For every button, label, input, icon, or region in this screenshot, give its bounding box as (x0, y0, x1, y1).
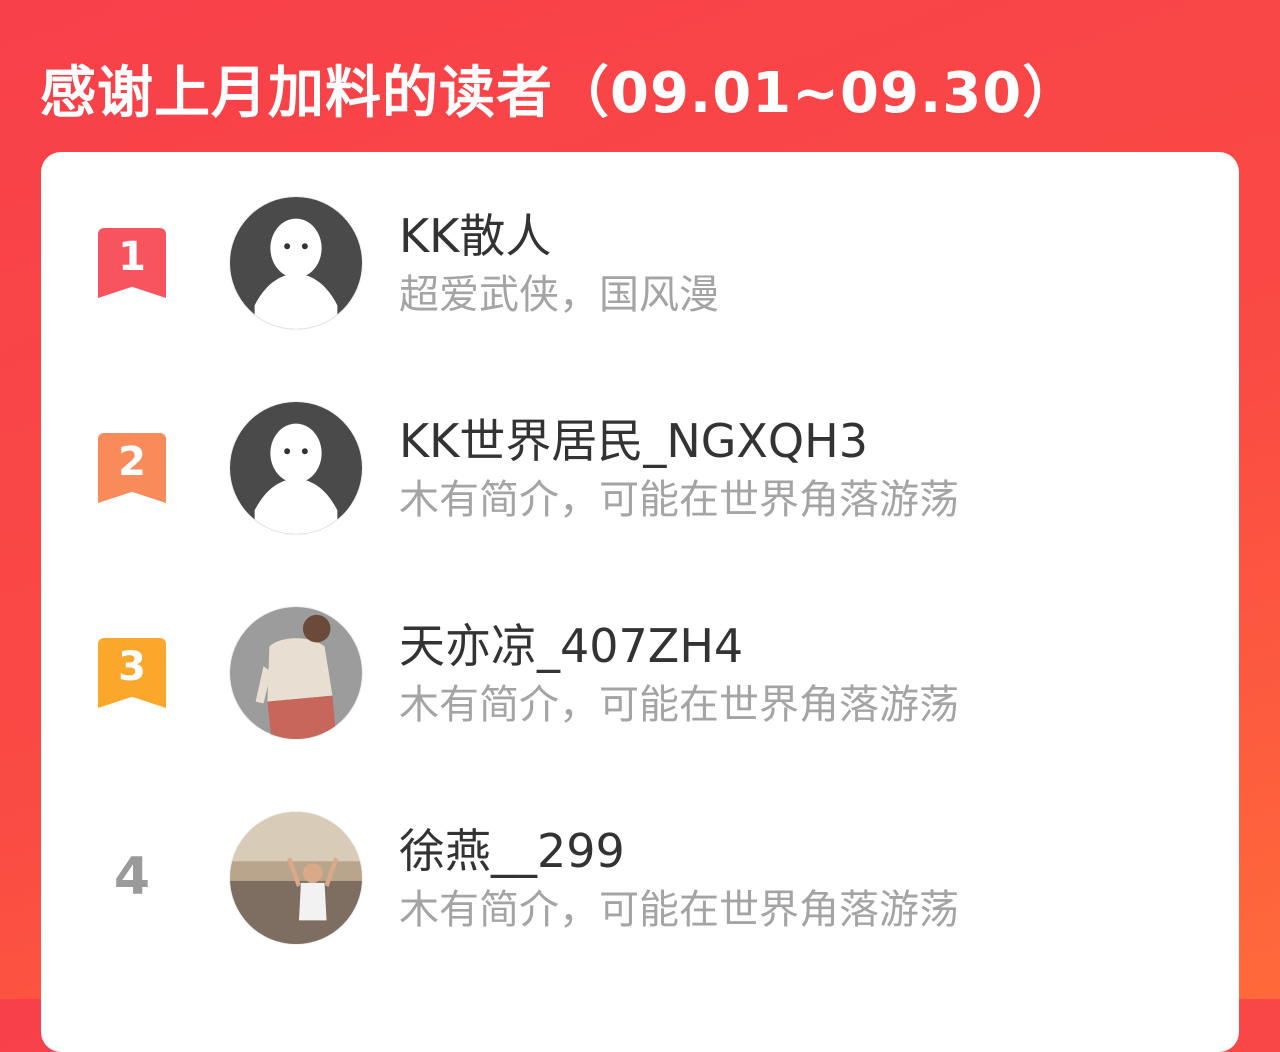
reader-row-2[interactable]: 2 KK世界居民_NGXQH3 木有简介，可能在世界角落游荡 (41, 397, 1239, 537)
rank-number: 2 (118, 439, 146, 485)
reader-name[interactable]: 天亦凉_407ZH4 (399, 610, 743, 676)
reader-bio: 超爱武侠，国风漫 (399, 272, 719, 318)
default-avatar-icon (230, 402, 362, 534)
avatar[interactable] (229, 196, 363, 330)
cartoon-character-avatar-icon (230, 607, 362, 739)
rank-number: 1 (118, 234, 146, 280)
reader-name[interactable]: 徐燕__299 (399, 815, 625, 881)
rank-badge-bronze: 3 (98, 638, 166, 708)
reader-bio: 木有简介，可能在世界角落游荡 (399, 887, 959, 933)
reader-row-4[interactable]: 4 徐燕__299 木有简介，可能在世界角落游荡 (41, 807, 1239, 947)
rank-badge-silver: 2 (98, 433, 166, 503)
reader-name[interactable]: KK世界居民_NGXQH3 (399, 405, 868, 471)
reader-list-card: 1 KK散人 超爱武侠，国风漫 2 KK世界居民_NGXQH3 木有简介，可能在… (41, 152, 1239, 1052)
rank-badge-gold: 1 (98, 228, 166, 298)
rank-number: 3 (118, 644, 146, 690)
reader-row-3[interactable]: 3 天亦凉_407ZH4 木有简介，可能在世界角落游荡 (41, 602, 1239, 742)
reader-row-1[interactable]: 1 KK散人 超爱武侠，国风漫 (41, 192, 1239, 332)
reader-bio: 木有简介，可能在世界角落游荡 (399, 477, 959, 523)
reader-name[interactable]: KK散人 (399, 200, 551, 266)
reader-bio: 木有简介，可能在世界角落游荡 (399, 682, 959, 728)
default-avatar-icon (230, 197, 362, 329)
avatar[interactable] (229, 606, 363, 740)
avatar[interactable] (229, 401, 363, 535)
photo-avatar-icon (230, 812, 362, 944)
avatar[interactable] (229, 811, 363, 945)
page-title: 感谢上月加料的读者（09.01~09.30） (40, 61, 1080, 126)
rank-number: 4 (113, 847, 151, 907)
